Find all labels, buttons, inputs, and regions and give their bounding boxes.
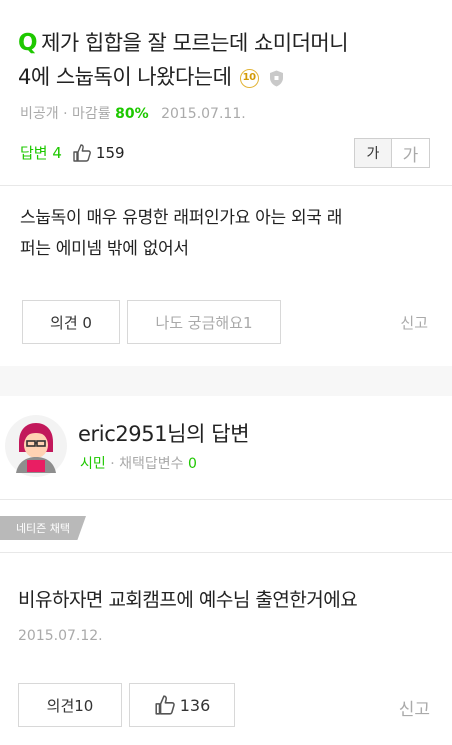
question-report-link[interactable]: 신고 [400,312,428,333]
question-body: 스눕독이 매우 유명한 래퍼인가요 아는 외국 래 퍼는 에미넴 밖에 없어서 [20,203,432,265]
divider [0,552,452,553]
answer-opinion-button[interactable]: 의견10 [18,683,122,727]
thumbs-up-icon [155,695,175,715]
question-title-line1: 제가 힙합을 잘 모르는데 쇼미더머니 [41,31,349,55]
question-opinion-button[interactable]: 의견 0 [22,300,120,344]
curious-too-button[interactable]: 나도 궁금해요1 [127,300,281,344]
divider [0,499,452,500]
question-header: Q 제가 힙합을 잘 모르는데 쇼미더머니 4에 스눕독이 나왔다는데 10 [18,26,436,94]
section-separator [0,366,452,396]
author-rank: 시민 [80,456,106,472]
question-title-line2: 4에 스눕독이 나왔다는데 [18,65,232,89]
font-size-toggle: 가 가 [354,138,430,168]
answer-author-meta: 시민 · 채택답변수 0 [80,453,197,473]
chosen-answer-tag: 네티즌 채택 [0,516,86,540]
font-small-button[interactable]: 가 [354,138,392,168]
close-rate-label: 마감률 [72,106,111,122]
avatar-icon[interactable] [5,415,67,477]
meta-separator: · [63,106,72,122]
question-date: 2015.07.11. [161,106,246,122]
question-like-count: 159 [95,143,125,162]
divider [0,185,452,186]
visibility-label: 비공개 [20,106,59,122]
adopted-count: 0 [187,456,197,472]
answer-date: 2015.07.12. [18,628,103,644]
answer-count[interactable]: 답변 4 [20,142,62,163]
points-badge: 10 [239,68,259,88]
adopted-label: 채택답변수 [119,456,184,472]
font-large-button[interactable]: 가 [392,138,430,168]
answer-like-count: 136 [179,695,211,715]
question-body-line2: 퍼는 에미넴 밖에 없어서 [20,239,189,259]
meta-separator: · [110,456,120,472]
question-title: Q 제가 힙합을 잘 모르는데 쇼미더머니 4에 스눕독이 나왔다는데 10 [18,26,436,94]
answer-report-link[interactable]: 신고 [399,695,430,720]
question-mark: Q [18,30,38,56]
shield-icon [269,70,283,86]
answer-author[interactable]: eric2951님의 답변 [78,418,250,448]
thumbs-up-icon[interactable] [72,143,92,163]
question-body-line1: 스눕독이 매우 유명한 래퍼인가요 아는 외국 래 [20,208,343,228]
question-meta: 비공개 · 마감률 80% 2015.07.11. [20,103,246,123]
close-rate-value: 80% [115,106,149,122]
question-stats: 답변 4 159 [20,142,125,163]
answer-body: 비유하자면 교회캠프에 예수님 출연한거에요 [18,589,358,611]
answer-like-button[interactable]: 136 [129,683,235,727]
